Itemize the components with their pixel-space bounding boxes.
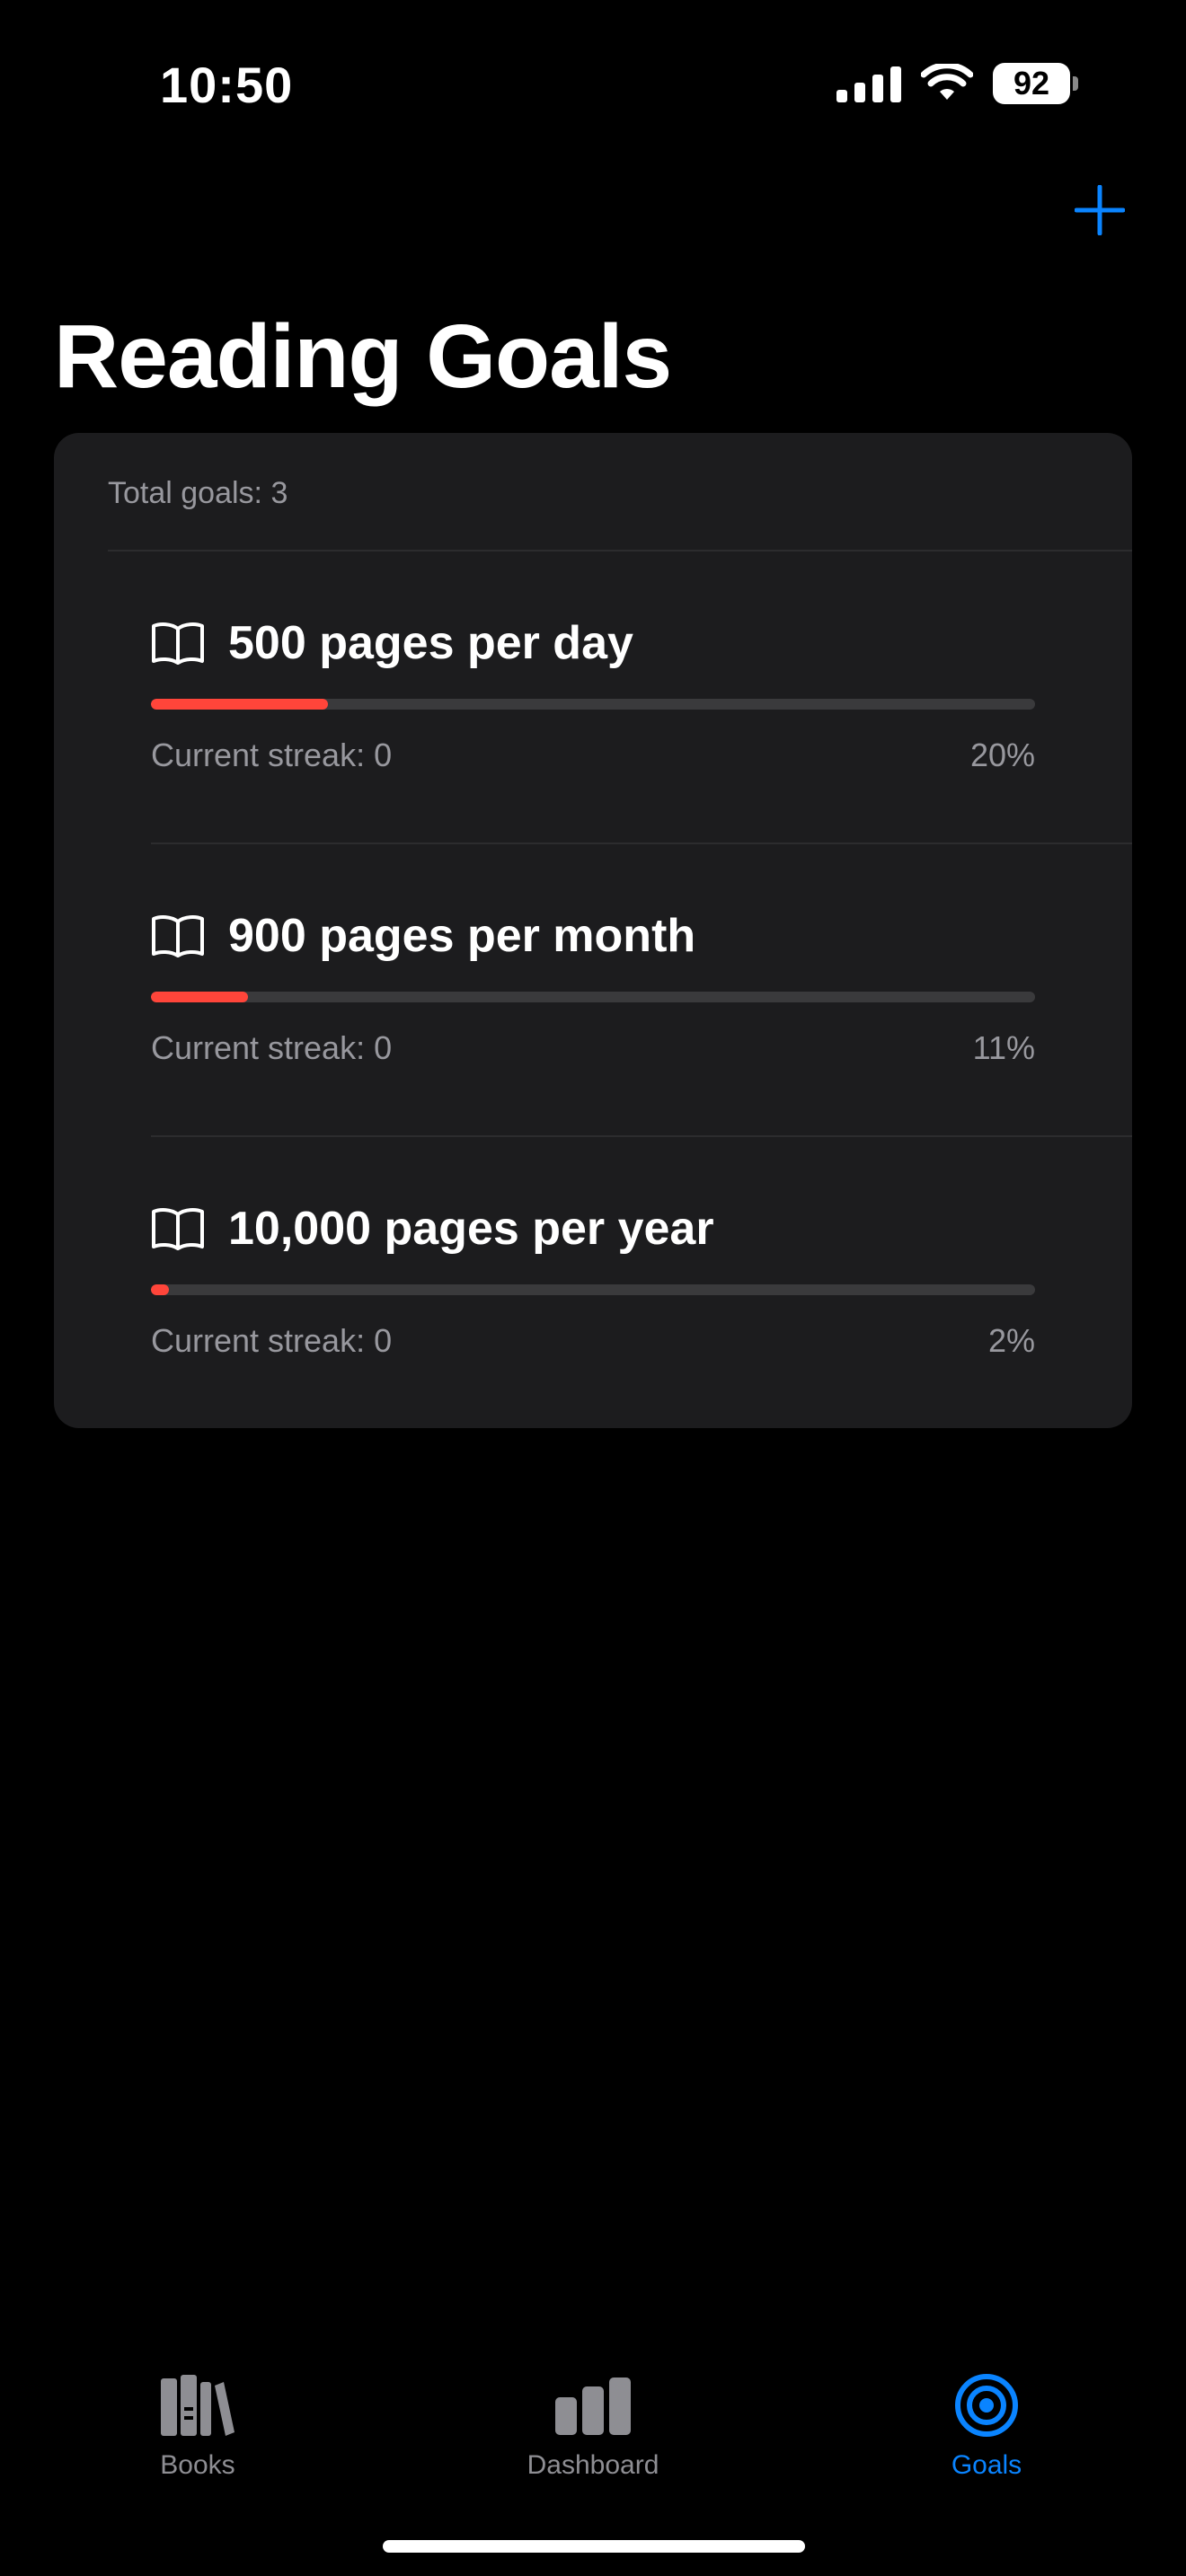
tab-goals[interactable]: Goals bbox=[870, 2369, 1103, 2481]
tab-dashboard[interactable]: Dashboard bbox=[476, 2369, 710, 2481]
progress-bar bbox=[151, 1284, 1035, 1295]
page-title: Reading Goals bbox=[54, 306, 672, 407]
progress-bar bbox=[151, 992, 1035, 1002]
goal-title: 900 pages per month bbox=[228, 910, 696, 962]
streak-label: Current streak: 0 bbox=[151, 737, 393, 773]
progress-fill bbox=[151, 699, 328, 710]
streak-label: Current streak: 0 bbox=[151, 1322, 393, 1359]
plus-icon bbox=[1074, 184, 1126, 236]
status-time: 10:50 bbox=[160, 57, 294, 113]
status-icons: 92 bbox=[836, 63, 1078, 104]
books-icon bbox=[161, 2375, 235, 2436]
tab-books[interactable]: Books bbox=[81, 2369, 314, 2481]
streak-label: Current streak: 0 bbox=[151, 1029, 393, 1066]
tab-label: Dashboard bbox=[527, 2450, 659, 2480]
home-indicator[interactable] bbox=[383, 2540, 805, 2553]
goal-row[interactable]: 500 pages per day Current streak: 0 20% bbox=[54, 551, 1132, 844]
tab-label: Books bbox=[160, 2450, 235, 2480]
target-icon bbox=[955, 2374, 1018, 2437]
battery-icon: 92 bbox=[993, 63, 1078, 104]
book-icon bbox=[152, 1208, 204, 1250]
wifi-icon bbox=[921, 64, 973, 100]
book-icon bbox=[152, 915, 204, 957]
percent-label: 11% bbox=[972, 1029, 1035, 1066]
total-goals-label: Total goals: 3 bbox=[108, 476, 288, 510]
percent-label: 2% bbox=[987, 1322, 1035, 1359]
tab-label: Goals bbox=[951, 2450, 1022, 2480]
book-icon bbox=[152, 622, 204, 665]
cellular-signal-icon bbox=[836, 65, 901, 102]
add-goal-button[interactable] bbox=[1074, 184, 1126, 236]
battery-level: 92 bbox=[993, 63, 1070, 104]
goal-title: 10,000 pages per year bbox=[228, 1203, 714, 1255]
progress-fill bbox=[151, 1284, 169, 1295]
bar-chart-icon bbox=[555, 2378, 631, 2435]
progress-fill bbox=[151, 992, 249, 1002]
goal-row[interactable]: 900 pages per month Current streak: 0 11… bbox=[54, 844, 1132, 1137]
percent-label: 20% bbox=[969, 737, 1035, 773]
tab-bar: Books Dashboard Goals bbox=[0, 2353, 1186, 2497]
progress-bar bbox=[151, 699, 1035, 710]
goal-row[interactable]: 10,000 pages per year Current streak: 0 … bbox=[54, 1137, 1132, 1430]
goal-title: 500 pages per day bbox=[228, 617, 633, 669]
goals-card: Total goals: 3 500 pages per day Current… bbox=[54, 433, 1132, 1428]
